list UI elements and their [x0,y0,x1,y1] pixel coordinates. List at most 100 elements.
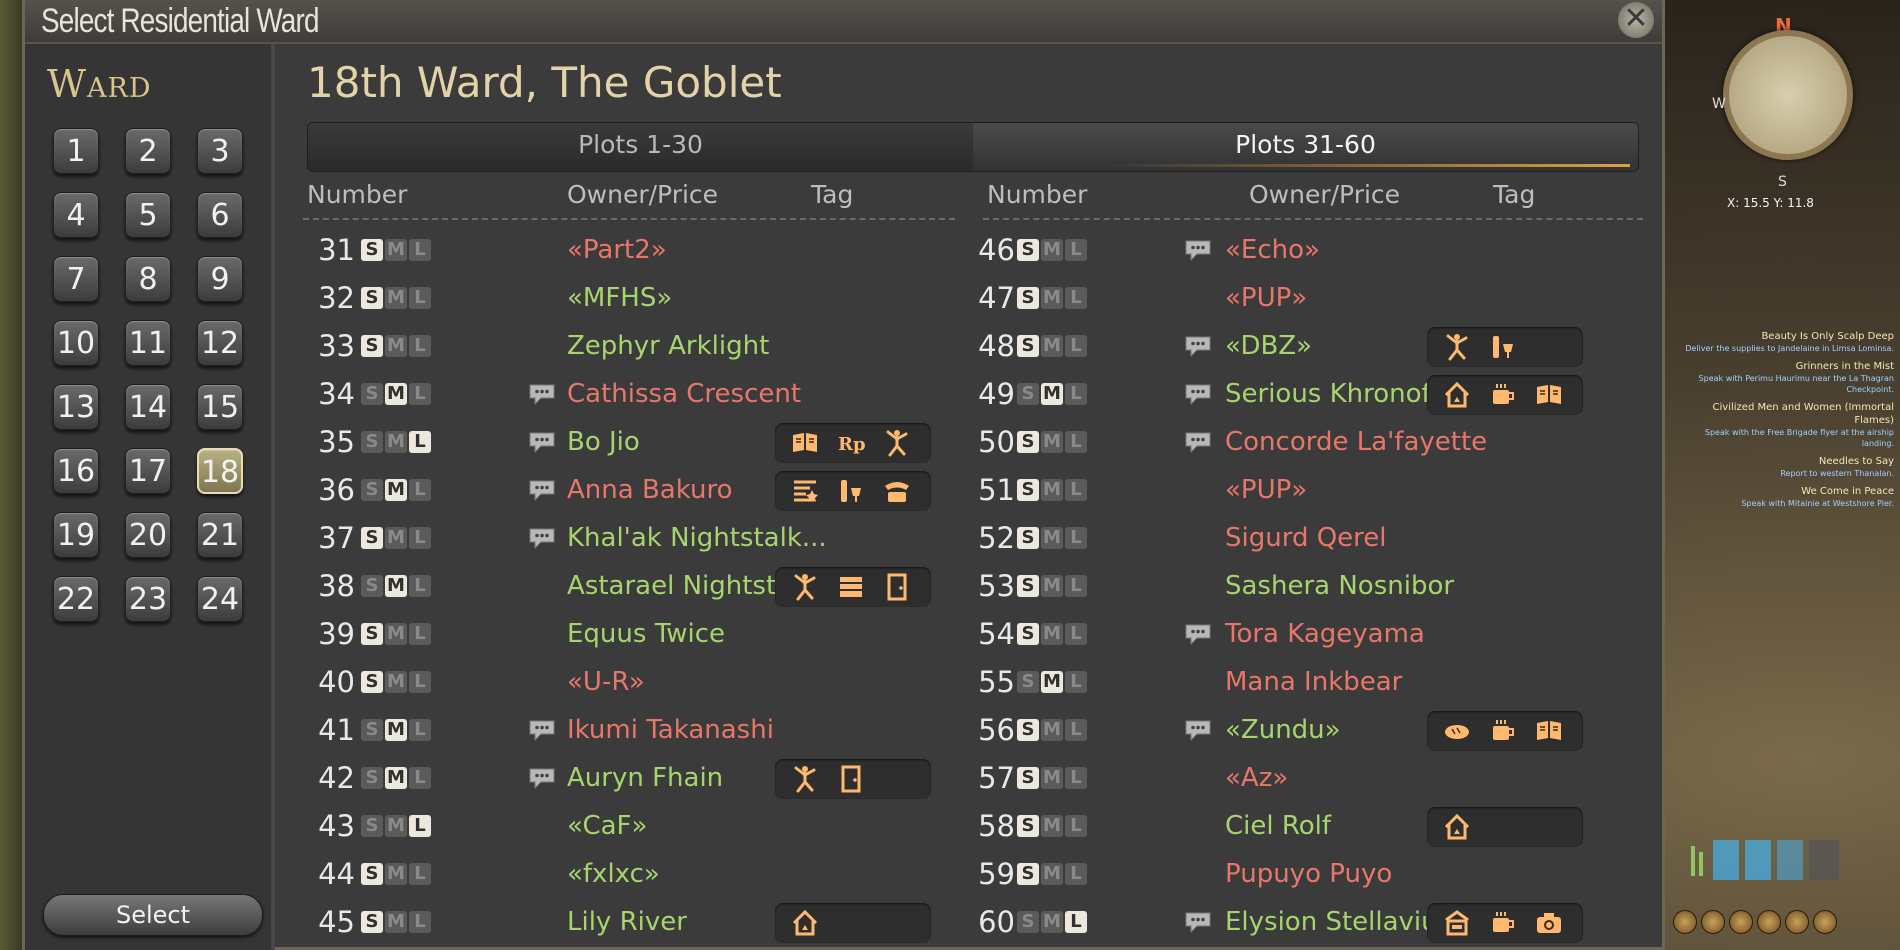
menu-character-icon[interactable] [1673,910,1697,934]
ward-button-5[interactable]: 5 [125,192,171,238]
greeting-bubble-icon[interactable] [1183,382,1213,406]
ward-button-17[interactable]: 17 [125,448,171,494]
quest-objective: Speak with Perimu Haurimu near the La Th… [1698,374,1894,394]
greeting-bubble-icon[interactable] [1183,910,1213,934]
ward-button-11[interactable]: 11 [125,320,171,366]
plot-size-l-badge: L [409,719,431,741]
roleplay-icon: Rp [835,428,867,458]
plot-row-40[interactable]: 40 S M L «U-R» [307,658,967,706]
quest-title[interactable]: Beauty Is Only Scalp Deep [1674,330,1894,343]
plot-row-38[interactable]: 38 S M L Astarael Nightstal... [307,562,967,610]
ward-button-16[interactable]: 16 [53,448,99,494]
greeting-bubble-icon[interactable] [527,718,557,742]
plot-number: 38 [318,569,355,603]
close-icon[interactable]: ✕ [1618,2,1654,38]
plot-row-37[interactable]: 37 S M L Khal'ak Nightstalk... [307,514,967,562]
plot-row-58[interactable]: 58 S M L Ciel Rolf [967,802,1647,850]
menu-journal-icon[interactable] [1757,910,1781,934]
plot-row-56[interactable]: 56 S M L «Zundu» [967,706,1647,754]
plot-row-42[interactable]: 42 S M L Auryn Fhain [307,754,967,802]
window-title-bar[interactable]: Select Residential Ward ✕ [25,0,1662,44]
greeting-bubble-icon[interactable] [1183,718,1213,742]
plot-row-51[interactable]: 51 S M L «PUP» [967,466,1647,514]
greeting-bubble-icon[interactable] [1183,622,1213,646]
plot-size-s-badge: S [361,335,383,357]
plot-tags [1427,375,1583,415]
ward-button-14[interactable]: 14 [125,384,171,430]
ward-button-8[interactable]: 8 [125,256,171,302]
plot-row-55[interactable]: 55 S M L Mana Inkbear [967,658,1647,706]
menu-logo-icon[interactable] [1813,910,1837,934]
plot-row-44[interactable]: 44 S M L «fxlxc» [307,850,967,898]
plot-row-60[interactable]: 60 S M L Elysion Stellavium [967,898,1647,946]
plot-number: 51 [978,473,1015,507]
plot-size-s-badge: S [1017,719,1039,741]
ward-button-18[interactable]: 18 [197,448,243,494]
quest-title[interactable]: Needles to Say [1674,455,1894,468]
plot-size-m-badge: M [385,815,407,837]
ward-button-24[interactable]: 24 [197,576,243,622]
greeting-bubble-icon[interactable] [1183,430,1213,454]
plot-row-57[interactable]: 57 S M L «Az» [967,754,1647,802]
quest-tracker[interactable]: Beauty Is Only Scalp Deep Deliver the sup… [1674,330,1894,515]
plot-row-33[interactable]: 33 S M L Zephyr Arklight [307,322,967,370]
plot-row-43[interactable]: 43 S M L «CaF» [307,802,967,850]
plot-row-31[interactable]: 31 S M L «Part2» [307,226,967,274]
column-divider-right [983,218,1643,220]
greeting-bubble-icon[interactable] [527,526,557,550]
tab-plots-1-30[interactable]: Plots 1-30 [308,123,973,171]
dancer-icon [789,764,821,794]
menu-duty-icon[interactable] [1701,910,1725,934]
ward-button-9[interactable]: 9 [197,256,243,302]
greeting-bubble-icon[interactable] [1183,334,1213,358]
ward-button-10[interactable]: 10 [53,320,99,366]
plot-row-53[interactable]: 53 S M L Sashera Nosnibor [967,562,1647,610]
ward-button-12[interactable]: 12 [197,320,243,366]
quest-title[interactable]: Civilized Men and Women (Immortal Flames… [1674,401,1894,427]
plot-row-32[interactable]: 32 S M L «MFHS» [307,274,967,322]
ward-button-6[interactable]: 6 [197,192,243,238]
ward-button-21[interactable]: 21 [197,512,243,558]
plot-row-36[interactable]: 36 S M L Anna Bakuro [307,466,967,514]
greeting-bubble-icon[interactable] [527,382,557,406]
minimap[interactable] [1723,30,1853,160]
ward-button-19[interactable]: 19 [53,512,99,558]
plot-size-l-badge: L [409,575,431,597]
plot-row-49[interactable]: 49 S M L Serious Khronofild [967,370,1647,418]
plot-row-41[interactable]: 41 S M L Ikumi Takanashi [307,706,967,754]
greeting-bubble-icon[interactable] [1183,238,1213,262]
ward-button-15[interactable]: 15 [197,384,243,430]
quest-title[interactable]: We Come in Peace [1674,485,1894,498]
greeting-bubble-icon[interactable] [527,430,557,454]
ward-button-1[interactable]: 1 [53,128,99,174]
menu-system-icon[interactable] [1785,910,1809,934]
menu-social-icon[interactable] [1729,910,1753,934]
greeting-bubble-icon[interactable] [527,478,557,502]
ward-button-23[interactable]: 23 [125,576,171,622]
plot-row-34[interactable]: 34 S M L Cathissa Crescent [307,370,967,418]
plot-row-45[interactable]: 45 S M L Lily River [307,898,967,946]
plot-row-35[interactable]: 35 S M L Bo Jio Rp [307,418,967,466]
plot-row-47[interactable]: 47 S M L «PUP» [967,274,1647,322]
ward-button-4[interactable]: 4 [53,192,99,238]
plot-row-52[interactable]: 52 S M L Sigurd Qerel [967,514,1647,562]
tab-plots-31-60[interactable]: Plots 31-60 [973,123,1638,171]
plot-number: 33 [318,329,355,363]
plot-row-59[interactable]: 59 S M L Pupuyo Puyo [967,850,1647,898]
plot-row-54[interactable]: 54 S M L Tora Kageyama [967,610,1647,658]
plot-row-50[interactable]: 50 S M L Concorde La'fayette [967,418,1647,466]
plot-row-39[interactable]: 39 S M L Equus Twice [307,610,967,658]
plot-row-46[interactable]: 46 S M L «Echo» [967,226,1647,274]
ward-button-2[interactable]: 2 [125,128,171,174]
ward-button-13[interactable]: 13 [53,384,99,430]
plot-row-48[interactable]: 48 S M L «DBZ» [967,322,1647,370]
ward-button-3[interactable]: 3 [197,128,243,174]
ward-button-7[interactable]: 7 [53,256,99,302]
ward-button-22[interactable]: 22 [53,576,99,622]
ward-button-20[interactable]: 20 [125,512,171,558]
plot-owner: «CaF» [567,811,648,841]
quest-title[interactable]: Grinners in the Mist [1674,360,1894,373]
cafe-icon [1487,908,1519,938]
select-button[interactable]: Select [43,894,263,936]
greeting-bubble-icon[interactable] [527,766,557,790]
